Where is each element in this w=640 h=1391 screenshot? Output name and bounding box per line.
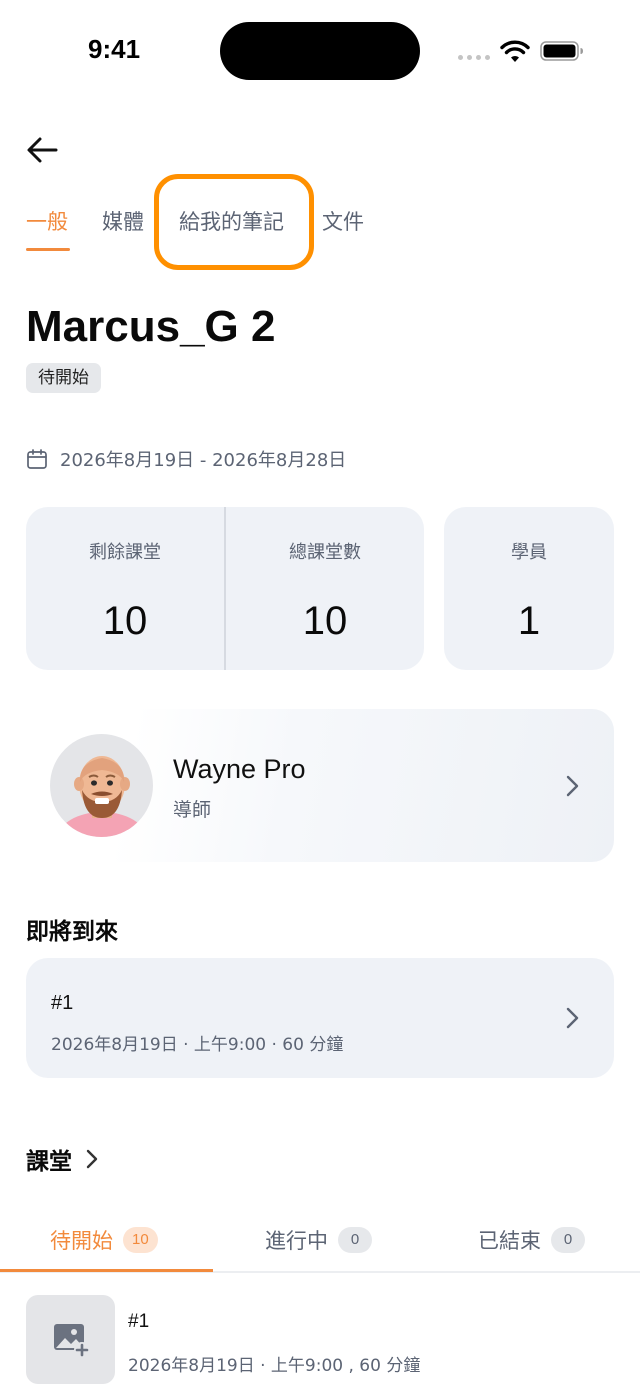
count-badge: 10 <box>123 1227 158 1253</box>
stat-label: 剩餘課堂 <box>89 542 161 563</box>
tab-general[interactable]: 一般 <box>26 206 68 236</box>
chevron-right-icon <box>86 1149 98 1169</box>
back-button[interactable] <box>26 132 66 168</box>
lesson-thumbnail[interactable] <box>26 1295 115 1384</box>
status-bar: 9:41 <box>0 0 640 100</box>
date-range-row: 2026年8月19日 - 2026年8月28日 <box>26 446 346 472</box>
count-badge: 0 <box>338 1227 372 1253</box>
stat-remaining: 剩餘課堂 10 <box>26 507 224 670</box>
students-card[interactable]: 學員 1 <box>444 507 614 670</box>
upcoming-lesson-card[interactable]: #1 2026年8月19日 · 上午9:00 · 60 分鐘 <box>26 958 614 1078</box>
tutor-card[interactable]: Wayne Pro 導師 <box>26 709 614 862</box>
count-badge: 0 <box>551 1227 585 1253</box>
lesson-number: #1 <box>51 992 74 1014</box>
chevron-right-icon <box>566 1007 579 1029</box>
tab-pending[interactable]: 待開始 10 <box>50 1225 158 1255</box>
tutor-name: Wayne Pro <box>173 754 306 784</box>
tab-media[interactable]: 媒體 <box>102 206 144 236</box>
tab-active-indicator <box>26 248 70 251</box>
add-image-icon <box>53 1323 90 1358</box>
wifi-icon <box>500 40 530 62</box>
upcoming-section-title: 即將到來 <box>26 919 118 945</box>
chevron-right-icon <box>566 775 579 797</box>
tab-ended[interactable]: 已結束 0 <box>478 1225 585 1255</box>
tab-label: 進行中 <box>265 1229 328 1253</box>
stat-value: 1 <box>517 599 541 643</box>
stat-value: 10 <box>102 599 148 643</box>
status-time: 9:41 <box>88 34 141 64</box>
tab-active-indicator <box>0 1269 213 1272</box>
lessons-section-title: 課堂 <box>26 1149 72 1175</box>
tutor-role: 導師 <box>173 799 212 821</box>
cellular-signal-icon <box>458 55 490 60</box>
lesson-number: #1 <box>128 1311 150 1332</box>
stat-label: 學員 <box>511 542 547 563</box>
page-title: Marcus_G 2 <box>26 302 276 351</box>
lesson-meta: 2026年8月19日 · 上午9:00 , 60 分鐘 <box>128 1356 421 1376</box>
lesson-stats-card: 剩餘課堂 10 總課堂數 10 <box>26 507 424 670</box>
lesson-meta: 2026年8月19日 · 上午9:00 · 60 分鐘 <box>51 1035 344 1055</box>
tab-label: 已結束 <box>478 1229 541 1253</box>
stat-label: 總課堂數 <box>289 542 361 563</box>
dynamic-island <box>220 22 420 80</box>
arrow-left-icon <box>27 137 58 163</box>
lesson-status-tabs: 待開始 10 進行中 0 已結束 0 <box>0 1215 640 1273</box>
tab-label: 待開始 <box>50 1229 113 1253</box>
date-range: 2026年8月19日 - 2026年8月28日 <box>60 450 347 471</box>
stat-total: 總課堂數 10 <box>226 507 424 670</box>
status-badge: 待開始 <box>26 363 101 393</box>
stat-value: 10 <box>302 599 348 643</box>
lessons-section-link[interactable]: 課堂 <box>26 1142 98 1176</box>
battery-icon <box>540 41 583 61</box>
avatar <box>50 734 153 837</box>
calendar-icon <box>27 449 47 469</box>
tab-in-progress[interactable]: 進行中 0 <box>265 1225 372 1255</box>
tab-documents[interactable]: 文件 <box>322 206 364 236</box>
highlight-annotation <box>154 174 314 270</box>
